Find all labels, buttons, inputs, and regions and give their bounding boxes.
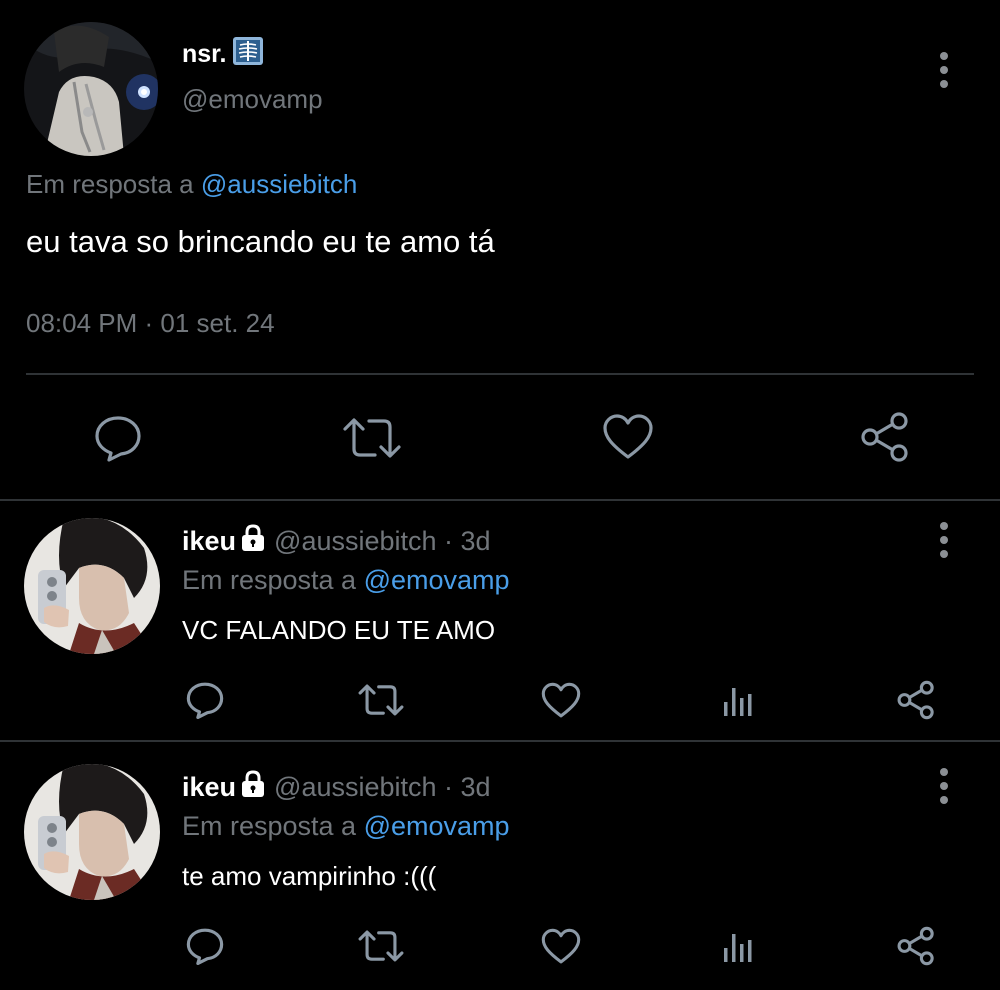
views-button[interactable] bbox=[718, 926, 758, 966]
divider bbox=[26, 373, 974, 375]
retweet-icon bbox=[343, 418, 401, 458]
avatar[interactable] bbox=[24, 764, 160, 900]
retweet-icon bbox=[358, 684, 404, 716]
like-icon bbox=[541, 682, 581, 717]
display-name[interactable]: ikeu bbox=[182, 526, 236, 556]
views-icon bbox=[724, 934, 752, 962]
share-icon bbox=[897, 680, 934, 720]
timestamp[interactable]: 08:04 PM · 01 set. 24 bbox=[26, 308, 275, 339]
reply-to-prefix: Em resposta a bbox=[182, 565, 357, 595]
avatar[interactable] bbox=[24, 22, 158, 156]
like-button[interactable] bbox=[540, 680, 582, 720]
views-button[interactable] bbox=[718, 680, 758, 720]
lock-icon bbox=[240, 524, 266, 559]
reply-icon bbox=[95, 416, 141, 462]
x-ray-emoji-icon bbox=[232, 36, 264, 73]
share-icon bbox=[897, 926, 934, 966]
reply-button[interactable] bbox=[184, 680, 226, 720]
tweet-text: eu tava so brincando eu te amo tá bbox=[26, 224, 495, 259]
lock-icon bbox=[240, 770, 266, 805]
avatar[interactable] bbox=[24, 518, 160, 654]
reply-icon bbox=[186, 682, 224, 719]
handle-and-time: @aussiebitch · 3d bbox=[274, 526, 491, 556]
display-name-text: nsr. bbox=[182, 40, 227, 68]
like-button[interactable] bbox=[600, 410, 656, 464]
like-button[interactable] bbox=[540, 926, 582, 966]
author-line[interactable]: ikeu @aussiebitch · 3d bbox=[182, 770, 491, 805]
reply-tweet[interactable]: ikeu @aussiebitch · 3d Em resposta a @em… bbox=[0, 746, 1000, 990]
like-icon bbox=[541, 928, 581, 963]
share-button[interactable] bbox=[894, 926, 938, 966]
display-name[interactable]: ikeu bbox=[182, 772, 236, 802]
divider bbox=[0, 740, 1000, 742]
retweet-button[interactable] bbox=[340, 412, 404, 464]
reply-button[interactable] bbox=[92, 412, 144, 464]
retweet-icon bbox=[358, 930, 404, 962]
handle[interactable]: @emovamp bbox=[182, 84, 323, 115]
reply-context: Em resposta a @aussiebitch bbox=[26, 169, 357, 200]
retweet-button[interactable] bbox=[356, 680, 406, 720]
share-button[interactable] bbox=[858, 410, 912, 464]
views-icon bbox=[724, 688, 752, 716]
display-name[interactable]: nsr. bbox=[182, 36, 264, 73]
reply-to-prefix: Em resposta a bbox=[182, 811, 357, 841]
reply-icon bbox=[186, 928, 224, 965]
more-options-icon[interactable] bbox=[936, 768, 952, 804]
reply-tweet[interactable]: ikeu @aussiebitch · 3d Em resposta a @em… bbox=[0, 500, 1000, 746]
reply-to-link[interactable]: @aussiebitch bbox=[201, 169, 357, 199]
tweet-text: VC FALANDO EU TE AMO bbox=[182, 615, 496, 645]
tweet-text: te amo vampirinho :((( bbox=[182, 861, 437, 891]
author-line[interactable]: ikeu @aussiebitch · 3d bbox=[182, 524, 491, 559]
share-icon bbox=[861, 412, 908, 462]
main-tweet[interactable]: nsr. @emovamp Em resposta a @aussiebitch… bbox=[0, 0, 1000, 500]
handle-and-time: @aussiebitch · 3d bbox=[274, 772, 491, 802]
share-button[interactable] bbox=[894, 680, 938, 720]
more-options-icon[interactable] bbox=[936, 522, 952, 558]
reply-to-link[interactable]: @emovamp bbox=[364, 811, 510, 841]
reply-context: Em resposta a @emovamp bbox=[182, 565, 510, 596]
reply-to-prefix: Em resposta a bbox=[26, 169, 194, 199]
like-icon bbox=[603, 414, 653, 459]
more-options-icon[interactable] bbox=[936, 52, 952, 88]
reply-button[interactable] bbox=[184, 926, 226, 966]
reply-context: Em resposta a @emovamp bbox=[182, 811, 510, 842]
retweet-button[interactable] bbox=[356, 926, 406, 966]
reply-to-link[interactable]: @emovamp bbox=[364, 565, 510, 595]
